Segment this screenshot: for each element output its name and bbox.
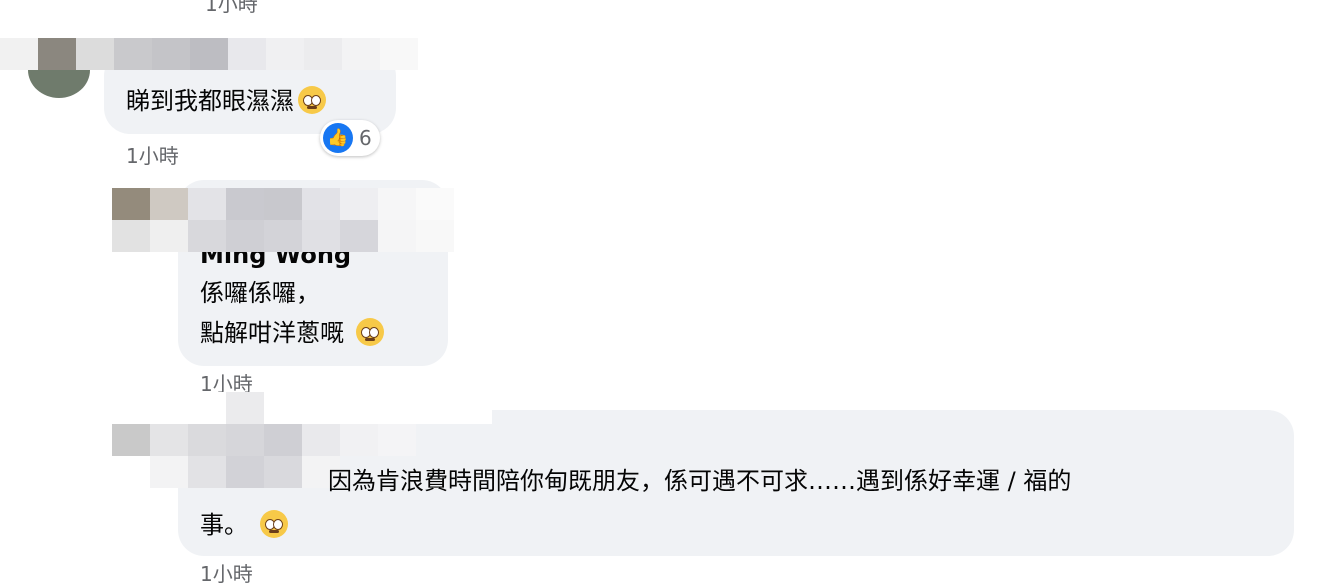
pleading-face-icon [259, 510, 288, 538]
pleading-face-icon [298, 86, 326, 114]
timestamp-3[interactable]: 1小時 [200, 562, 253, 586]
reaction-count: 6 [359, 126, 372, 150]
comment-text-3-line-2: 事。 [200, 508, 288, 542]
blurred-author-name-2[interactable] [112, 188, 454, 252]
comment-text-3-line-1: 因為肯浪費時間陪你甸既朋友，係可遇不可求……遇到係好幸運 / 福的 [328, 467, 1072, 495]
comment-text-1: 睇到我都眼濕濕 [126, 84, 326, 118]
blurred-author-name-1[interactable] [0, 38, 418, 70]
timestamp-previous[interactable]: 1小時 [205, 0, 258, 16]
timestamp-1[interactable]: 1小時 [126, 144, 179, 168]
like-icon: 👍 [323, 123, 353, 153]
reaction-summary[interactable]: 👍 6 [320, 120, 380, 156]
sad-face-icon [355, 318, 384, 346]
comment-text-2-line-1: 係囉係囉， [200, 279, 320, 307]
comment-text-2-line-2: 點解咁洋蔥嘅 [200, 316, 384, 350]
